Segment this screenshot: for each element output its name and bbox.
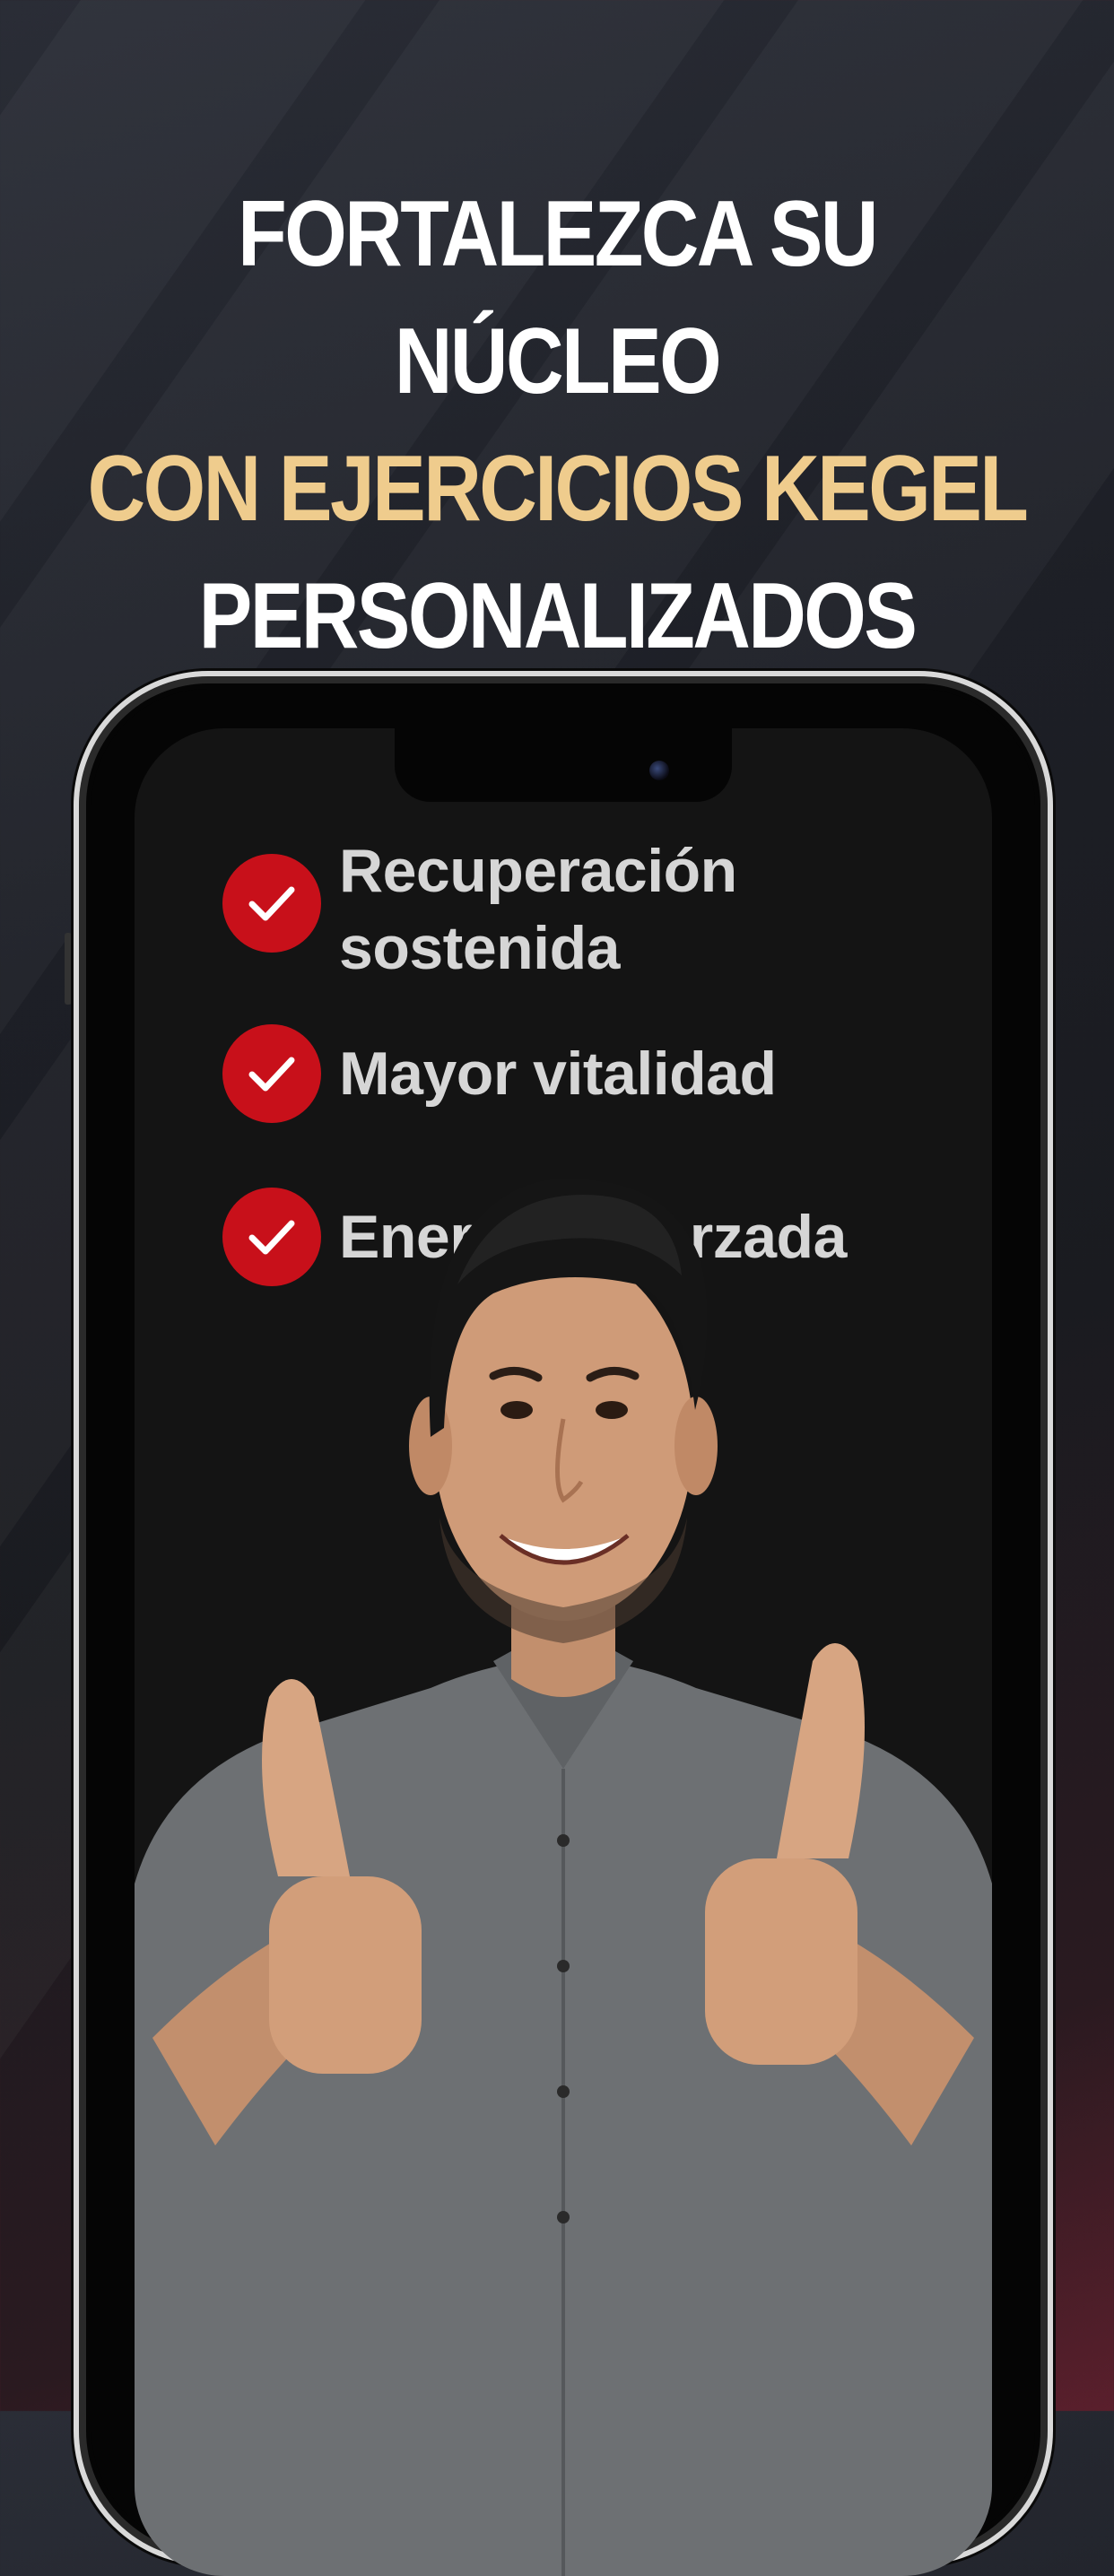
- phone-screen: Recuperación sostenida Mayor vitalidad E…: [135, 728, 992, 2576]
- headline-line-3: PERSONALIZADOS: [198, 564, 918, 668]
- phone-notch: [395, 728, 732, 802]
- check-icon: [222, 854, 321, 953]
- front-camera-icon: [649, 761, 669, 780]
- headline-line-1: FORTALEZCA SU NÚCLEO: [238, 182, 878, 413]
- man-thumbs-up-image: [135, 1178, 992, 2576]
- feature-label-line-2: sostenida: [339, 914, 620, 982]
- feature-item-vitalidad: Mayor vitalidad: [222, 1024, 940, 1123]
- phone-side-button-left: [65, 933, 72, 1005]
- headline-line-2: CON EJERCICIOS KEGEL: [87, 437, 1029, 541]
- headline: FORTALEZCA SU NÚCLEO CON EJERCICIOS KEGE…: [0, 170, 1114, 680]
- feature-item-recuperacion: Recuperación sostenida: [222, 832, 940, 987]
- feature-label: Mayor vitalidad: [339, 1040, 777, 1108]
- feature-label-line-1: Recuperación: [339, 837, 737, 905]
- check-icon: [222, 1024, 321, 1123]
- feature-label: Recuperación sostenida: [339, 832, 737, 987]
- phone-mockup: Recuperación sostenida Mayor vitalidad E…: [74, 671, 1053, 2576]
